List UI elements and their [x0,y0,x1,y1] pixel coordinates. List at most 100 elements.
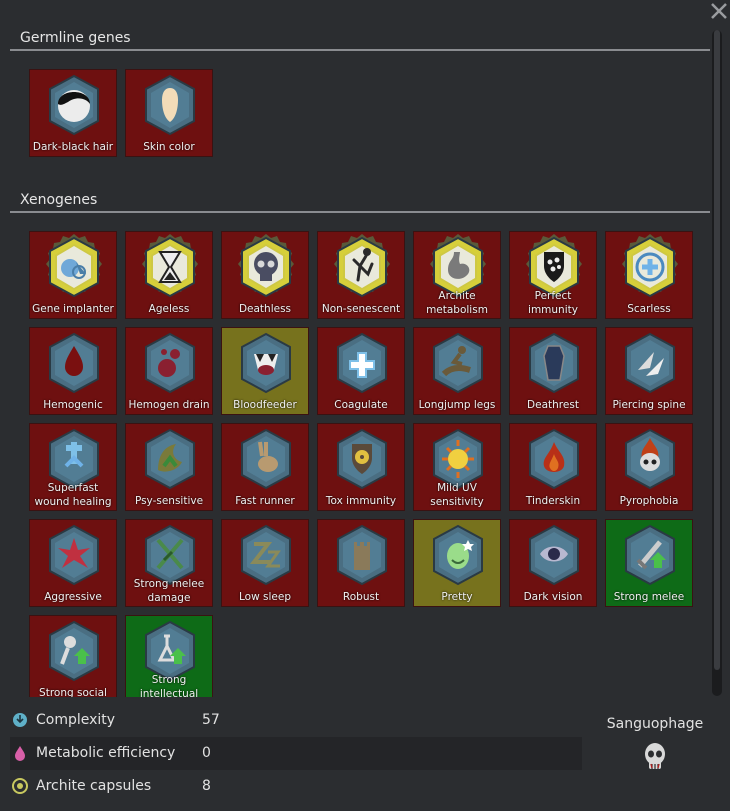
gene-tile-tinderskin[interactable]: Tinderskin [509,423,597,511]
hair-icon [49,74,99,136]
scrollbar-thumb[interactable] [714,30,720,670]
gene-tile-superfast-wound-healing[interactable]: Superfast wound healing [29,423,117,511]
gene-tile-bloodfeeder[interactable]: Bloodfeeder [221,327,309,415]
gene-tile-pretty[interactable]: Pretty [413,519,501,607]
vertical-scrollbar[interactable] [712,30,722,696]
gene-tile-archite-metabolism[interactable]: Archite metabolism [413,231,501,319]
psy-icon [145,428,195,490]
gene-tile-tox-immunity[interactable]: Tox immunity [317,423,405,511]
gene-label: Skin color [143,141,195,153]
gene-tile-fast-runner[interactable]: Fast runner [221,423,309,511]
stat-value: 8 [202,778,211,794]
gene-tile-perfect-immunity[interactable]: Perfect immunity [509,231,597,319]
gene-label: Pyrophobia [619,495,679,507]
gene-tile-strong-melee[interactable]: Strong melee [605,519,693,607]
rabbit-icon [241,428,291,490]
gene-tile-hemogen-drain[interactable]: Hemogen drain [125,327,213,415]
gene-tile-strong-social[interactable]: Strong social [29,615,117,697]
gene-tile-ageless[interactable]: Ageless [125,231,213,319]
stat-row-metabolic-efficiency: Metabolic efficiency 0 [10,737,582,770]
gene-tile-longjump-legs[interactable]: Longjump legs [413,327,501,415]
stats-panel: Complexity 57 Metabolic efficiency 0 Arc… [10,704,582,803]
genes-panel[interactable]: Germline genes Dark-black hair Skin colo… [10,24,710,697]
skull-icon [238,234,294,298]
regen-cross-icon [622,234,678,298]
gene-tile-gene-implanter[interactable]: Gene implanter [29,231,117,319]
stat-row-archite-capsules: Archite capsules 8 [10,770,582,803]
close-icon [711,3,727,19]
leaping-figure-icon [334,234,390,298]
fangs-icon [241,332,291,394]
gene-label: Aggressive [44,591,102,603]
xenogenes-section-title: Xenogenes [20,192,98,208]
microphone-up-icon [49,620,99,682]
gene-label: Tox immunity [325,495,397,507]
blood-drain-icon [145,332,195,394]
gene-label: Dark-black hair [32,141,114,153]
gene-label: Gene implanter [32,303,114,315]
gene-label: Strong social [39,687,107,697]
gene-label: Deathless [238,303,292,315]
stat-label: Metabolic efficiency [36,745,176,761]
gene-label: Deathrest [527,399,579,411]
gene-tile-non-senescent[interactable]: Non-senescent [317,231,405,319]
gene-label: Dark vision [523,591,583,603]
gene-tile-pyrophobia[interactable]: Pyrophobia [605,423,693,511]
gene-tile-mild-uv-sensitivity[interactable]: Mild UV sensitivity [413,423,501,511]
gene-tile-piercing-spine[interactable]: Piercing spine [605,327,693,415]
gene-label: Perfect immunity [528,290,578,316]
tower-icon [337,524,387,586]
gene-label: Tinderskin [525,495,581,507]
gene-label: Psy-sensitive [134,495,204,507]
germline-section-title: Germline genes [20,30,131,46]
spines-icon [625,332,675,394]
gene-tile-low-sleep[interactable]: Low sleep [221,519,309,607]
blood-drop-icon [49,332,99,394]
gene-label: Ageless [148,303,190,315]
sanguophage-skull-icon [645,743,665,769]
section-divider [10,49,710,51]
gene-label: Strong melee [613,591,685,603]
gene-label: Scarless [627,303,671,315]
gene-label: Pretty [441,591,473,603]
gene-tile-deathless[interactable]: Deathless [221,231,309,319]
section-divider [10,211,710,213]
gene-label: Non-senescent [321,303,401,315]
gene-label: Longjump legs [418,399,496,411]
gene-label: Superfast wound healing [34,482,112,508]
stat-row-complexity: Complexity 57 [10,704,582,737]
gene-tile-hemogenic[interactable]: Hemogenic [29,327,117,415]
close-button[interactable] [708,0,730,22]
gene-tile-strong-melee-damage[interactable]: Strong melee damage [125,519,213,607]
gene-tile-psy-sensitive[interactable]: Psy-sensitive [125,423,213,511]
gene-tile-deathrest[interactable]: Deathrest [509,327,597,415]
hand-cross-icon [337,332,387,394]
stat-label: Complexity [36,712,116,728]
gene-tile-strong-intellectual[interactable]: Strong intellectual [125,615,213,697]
sleep-zz-icon [241,524,291,586]
gene-label: Strong intellectual [139,674,199,697]
gene-label: Archite metabolism [426,290,488,316]
gene-label: Hemogen drain [128,399,210,411]
gene-label: Robust [342,591,380,603]
gene-label: Low sleep [239,591,291,603]
skin-color-icon [145,74,195,136]
gene-tile-dark-black-hair[interactable]: Dark-black hair [29,69,117,157]
gene-label: Strong melee damage [133,578,205,604]
stat-value: 57 [202,712,220,728]
gene-tile-coagulate[interactable]: Coagulate [317,327,405,415]
complexity-icon [13,713,27,727]
gene-tile-skin-color[interactable]: Skin color [125,69,213,157]
gene-tile-aggressive[interactable]: Aggressive [29,519,117,607]
coffin-icon [529,332,579,394]
pretty-face-icon [433,524,483,586]
archite-icon [12,778,28,794]
gene-tile-scarless[interactable]: Scarless [605,231,693,319]
sword-up-icon [625,524,675,586]
gene-tile-robust[interactable]: Robust [317,519,405,607]
radiation-shield-icon [337,428,387,490]
xenotype-name: Sanguophage [606,716,704,732]
gene-implanter-icon [46,234,102,298]
gene-tile-dark-vision[interactable]: Dark vision [509,519,597,607]
metabolism-icon [15,746,25,761]
